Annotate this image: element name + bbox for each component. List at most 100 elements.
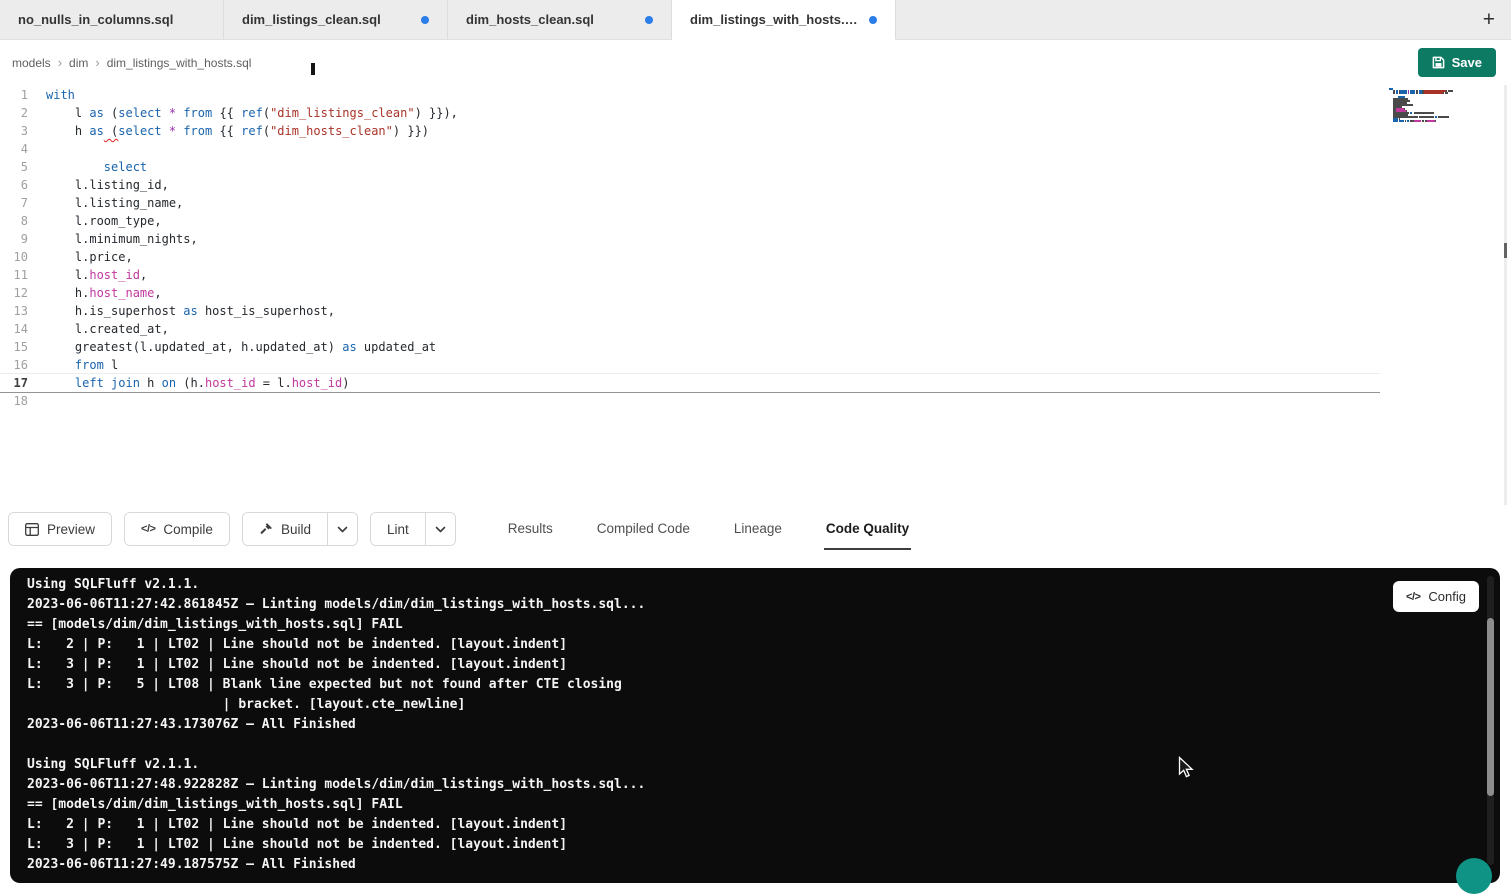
editor-tab-dim-listings-clean-sql[interactable]: dim_listings_clean.sql [224,0,448,39]
build-button-group: Build [242,512,358,546]
code-line[interactable]: 14 l.created_at, [0,320,1380,338]
code-text: from l [46,356,118,374]
code-line[interactable]: 13 h.is_superhost as host_is_superhost, [0,302,1380,320]
add-tab-button[interactable]: + [1483,9,1495,30]
code-line[interactable]: 17 left join h on (h.host_id = l.host_id… [0,374,1380,392]
editor-scrollbar-track[interactable] [1504,85,1507,505]
terminal-line: L: 2 | P: 1 | LT02 | Line should not be … [27,815,1390,835]
tab-label: no_nulls_in_columns.sql [18,12,173,27]
save-icon [1432,56,1445,69]
code-line[interactable]: 1with [0,86,1380,104]
editor-tab-dim-listings-with-hosts-sql[interactable]: dim_listings_with_hosts.sql [672,0,896,40]
result-panel-tabs: Results Compiled Code Lineage Code Quality [506,508,911,550]
line-number: 7 [0,194,34,212]
code-text: left join h on (h.host_id = l.host_id) [46,374,350,392]
preview-button[interactable]: Preview [9,513,111,545]
build-button[interactable]: Build [243,513,327,545]
line-number: 6 [0,176,34,194]
toolbar-buttons: Preview </> Compile Build Lint [8,512,468,546]
code-text: h.host_name, [46,284,162,302]
editor-tab-bar: no_nulls_in_columns.sql dim_listings_clea… [0,0,1511,40]
lint-menu-button[interactable] [425,513,455,545]
code-line[interactable]: 9 l.minimum_nights, [0,230,1380,248]
code-line[interactable]: 2 l as (select * from {{ ref("dim_listin… [0,104,1380,122]
minimap-line [1389,122,1463,124]
compile-button-group: </> Compile [124,512,230,546]
lint-output-terminal: Using SQLFluff v2.1.1.2023-06-06T11:27:4… [10,568,1500,883]
terminal-line: 2023-06-06T11:27:42.861845Z — Linting mo… [27,595,1390,615]
save-button-label: Save [1452,55,1482,70]
save-button[interactable]: Save [1418,48,1496,77]
code-text: l.listing_id, [46,176,169,194]
line-number: 11 [0,266,34,284]
code-text: l as (select * from {{ ref("dim_listings… [46,104,458,122]
breadcrumb-segment: dim [69,56,88,70]
line-number: 17 [0,374,34,392]
editor-tab-no-nulls-in-columns-sql[interactable]: no_nulls_in_columns.sql [0,0,224,39]
tab-compiled-code[interactable]: Compiled Code [595,508,692,550]
tab-results[interactable]: Results [506,508,555,550]
file-header-bar: models›dim›dim_listings_with_hosts.sql S… [0,40,1511,85]
button-label: Compile [163,522,213,537]
tab-label: dim_listings_with_hosts.sql [690,12,859,27]
editor-tab-dim-hosts-clean-sql[interactable]: dim_hosts_clean.sql [448,0,672,39]
tab-lineage[interactable]: Lineage [732,508,784,550]
code-line[interactable]: 3 h as (select * from {{ ref("dim_hosts_… [0,122,1380,140]
line-number: 10 [0,248,34,266]
breadcrumb-segment: models [12,56,51,70]
terminal-line: == [models/dim/dim_listings_with_hosts.s… [27,615,1390,635]
tab-label: dim_listings_clean.sql [242,12,381,27]
terminal-line: 2023-06-06T11:27:49.187575Z — All Finish… [27,855,1390,875]
line-number: 2 [0,104,34,122]
line-number: 12 [0,284,34,302]
line-number: 8 [0,212,34,230]
code-editor[interactable]: 1with2 l as (select * from {{ ref("dim_l… [0,85,1511,510]
code-text: l.price, [46,248,133,266]
code-line[interactable]: 5 select [0,158,1380,176]
lint-button[interactable]: Lint [371,513,425,545]
config-button[interactable]: </> Config [1393,581,1479,612]
line-number: 3 [0,122,34,140]
button-label: Preview [47,522,95,537]
code-line[interactable]: 8 l.room_type, [0,212,1380,230]
tab-code-quality[interactable]: Code Quality [824,508,911,550]
breadcrumb: models›dim›dim_listings_with_hosts.sql [12,55,251,70]
unsaved-indicator-dot [421,16,429,24]
editor-scrollbar-thumb[interactable] [1504,243,1507,258]
breadcrumb-segment: dim_listings_with_hosts.sql [107,56,252,70]
code-line[interactable]: 6 l.listing_id, [0,176,1380,194]
line-number: 18 [0,392,34,410]
build-menu-button[interactable] [327,513,357,545]
compile-button[interactable]: </> Compile [125,513,229,545]
build-hammer-icon [259,522,273,536]
line-number: 9 [0,230,34,248]
terminal-scrollbar-thumb[interactable] [1487,618,1494,796]
terminal-line: Using SQLFluff v2.1.1. [27,575,1390,595]
terminal-line: L: 2 | P: 1 | LT02 | Line should not be … [27,635,1390,655]
code-text: select [46,158,147,176]
code-line[interactable]: 18 [0,392,1380,410]
minimap [1389,88,1463,124]
code-line[interactable]: 16 from l [0,356,1380,374]
code-line[interactable]: 15 greatest(l.updated_at, h.updated_at) … [0,338,1380,356]
preview-grid-icon [25,523,39,536]
code-line[interactable]: 12 h.host_name, [0,284,1380,302]
code-line[interactable]: 7 l.listing_name, [0,194,1380,212]
terminal-line: L: 3 | P: 1 | LT02 | Line should not be … [27,835,1390,855]
unsaved-indicator-dot [645,16,653,24]
help-button[interactable] [1456,858,1492,894]
compile-code-icon: </> [141,523,155,535]
code-text: l.host_id, [46,266,147,284]
terminal-output: Using SQLFluff v2.1.1.2023-06-06T11:27:4… [27,575,1390,875]
terminal-line: | bracket. [layout.cte_newline] [27,695,1390,715]
terminal-line: == [models/dim/dim_listings_with_hosts.s… [27,795,1390,815]
dbt-cloud-ide: { "colors": { "accent": "#2b7de9", "save… [0,0,1511,875]
code-line[interactable]: 10 l.price, [0,248,1380,266]
line-number: 15 [0,338,34,356]
code-text: h as (select * from {{ ref("dim_hosts_cl… [46,122,429,140]
line-number: 16 [0,356,34,374]
code-line[interactable]: 11 l.host_id, [0,266,1380,284]
code-line[interactable]: 4 [0,140,1380,158]
line-number: 13 [0,302,34,320]
preview-button-group: Preview [8,512,112,546]
